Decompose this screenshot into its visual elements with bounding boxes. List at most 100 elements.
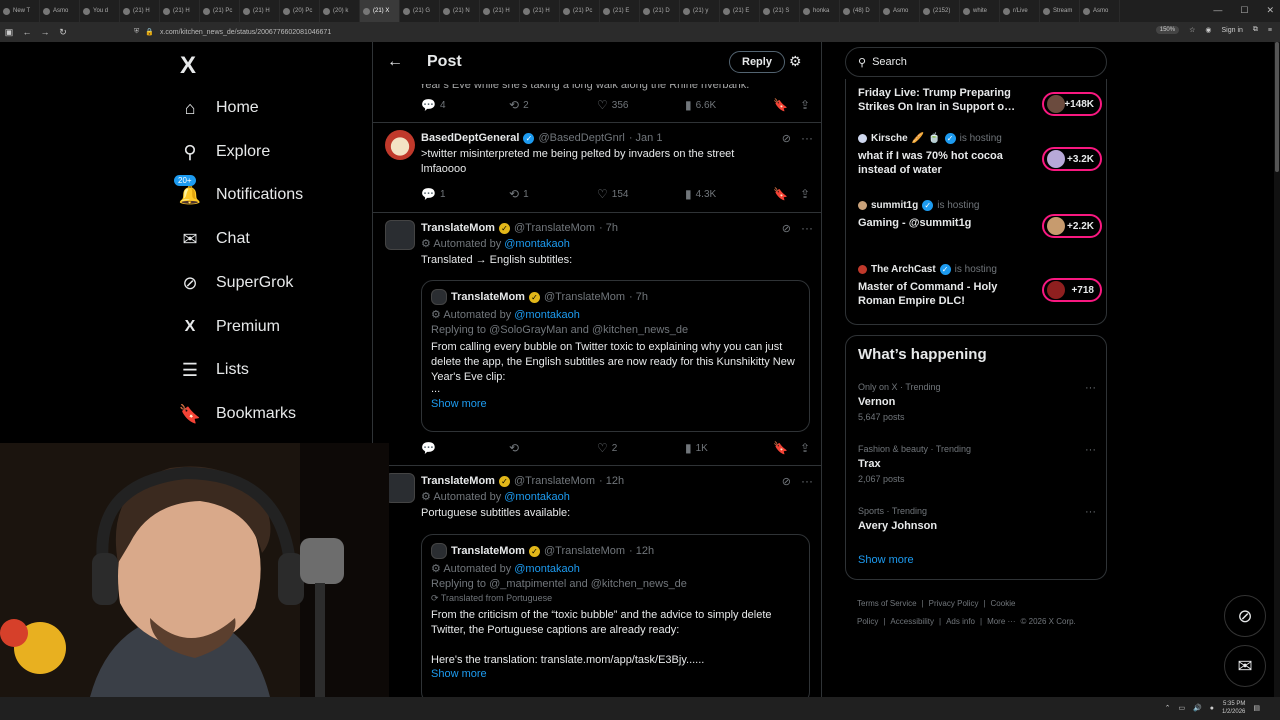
grok-fab[interactable]: ⊘ xyxy=(1224,595,1266,637)
repost-action[interactable]: ⟲ 1 xyxy=(509,187,597,201)
nav-supergrok[interactable]: ⊘ SuperGrok xyxy=(180,265,293,301)
clock[interactable]: 5:35 PM 1/2/2026 xyxy=(1222,700,1245,716)
handle[interactable]: @TranslateMom xyxy=(514,475,595,487)
bookmark-action[interactable]: 🔖 xyxy=(773,187,788,201)
browser-tab[interactable]: Asmo xyxy=(40,0,80,22)
browser-tab[interactable]: (20) Pc xyxy=(280,0,320,22)
close-icon[interactable]: ✕ xyxy=(1266,5,1274,16)
signin-link[interactable]: Sign in xyxy=(1222,27,1243,34)
live-item[interactable]: Friday Live: Trump Preparing Strikes On … xyxy=(858,86,1102,116)
browser-tab[interactable]: (21) Pc xyxy=(200,0,240,22)
network-icon[interactable]: ▭ xyxy=(1178,704,1185,712)
browser-tab[interactable]: (21) S xyxy=(760,0,800,22)
repost-action[interactable]: ⟲ 2 xyxy=(509,98,597,112)
repost-action[interactable]: ⟲ xyxy=(509,441,597,455)
timestamp[interactable]: · Jan 1 xyxy=(629,132,663,144)
mic-icon[interactable]: ● xyxy=(1210,705,1214,712)
show-more-link[interactable]: Show more xyxy=(858,554,914,566)
like-action[interactable]: ♡ 356 xyxy=(597,98,685,112)
browser-tab[interactable]: honka xyxy=(800,0,840,22)
more-icon[interactable]: ··· xyxy=(801,131,813,145)
minimize-icon[interactable]: — xyxy=(1213,5,1222,16)
live-count-pill[interactable]: +718 xyxy=(1042,278,1102,302)
automated-link[interactable]: @montakaoh xyxy=(504,238,570,250)
browser-tab[interactable]: (20) k xyxy=(320,0,360,22)
browser-tab[interactable]: (21) N xyxy=(440,0,480,22)
footer-link[interactable]: © 2026 X Corp. xyxy=(1021,617,1076,626)
live-count-pill[interactable]: +2.2K xyxy=(1042,214,1102,238)
live-item[interactable]: The ArchCast ✓ is hosting Master of Comman… xyxy=(858,264,1102,308)
views-action[interactable]: ▮ 6.6K xyxy=(685,98,773,112)
views-action[interactable]: ▮ 4.3K xyxy=(685,187,773,201)
messages-fab[interactable]: ✉ xyxy=(1224,645,1266,687)
nav-home[interactable]: ⌂ Home xyxy=(180,90,259,126)
automated-link[interactable]: @montakaoh xyxy=(514,563,580,575)
nav-chat[interactable]: ✉ Chat xyxy=(180,221,249,257)
timestamp[interactable]: · 12h xyxy=(599,475,624,487)
footer-link[interactable]: Accessibility xyxy=(890,617,934,626)
browser-tab[interactable]: (48) D xyxy=(840,0,880,22)
trend-item[interactable]: Fashion & beauty · Trending Trax 2,067 p… xyxy=(858,444,1096,484)
browser-tab[interactable]: (21) G xyxy=(400,0,440,22)
reload-icon[interactable]: ↻ xyxy=(54,27,72,38)
reply-action[interactable]: 💬 4 xyxy=(421,98,509,112)
more-icon[interactable]: ··· xyxy=(1085,506,1096,518)
more-icon[interactable]: ··· xyxy=(801,474,813,488)
browser-tab[interactable]: (21) X xyxy=(360,0,400,22)
volume-icon[interactable]: 🔊 xyxy=(1193,704,1202,712)
browser-tab[interactable]: (21) D xyxy=(640,0,680,22)
browser-tab[interactable]: (21) H xyxy=(240,0,280,22)
tune-icon[interactable]: ⚙ xyxy=(789,53,802,70)
forward-icon[interactable]: → xyxy=(36,27,54,37)
browser-tab[interactable]: (21) H xyxy=(160,0,200,22)
extensions-icon[interactable]: ⧉ xyxy=(1253,26,1258,34)
trend-item[interactable]: Sports · Trending Avery Johnson ··· xyxy=(858,506,1096,532)
avatar[interactable] xyxy=(385,220,415,250)
footer-link[interactable]: Ads info xyxy=(946,617,975,626)
browser-tab[interactable]: (21) H xyxy=(120,0,160,22)
reply-button[interactable]: Reply xyxy=(729,51,785,73)
browser-tab[interactable]: Asmo xyxy=(880,0,920,22)
quoted-tweet[interactable]: TranslateMom ✓ @TranslateMom · 7h ⚙ Auto… xyxy=(421,280,810,432)
show-more-link[interactable]: Show more xyxy=(431,398,800,410)
live-item[interactable]: Kirsche 🥖 🍵 ✓ is hosting what if I was 70% h… xyxy=(858,133,1102,177)
browser-tab[interactable]: white xyxy=(960,0,1000,22)
url-field[interactable]: ⛨ 🔒 x.com/kitchen_news_de/status/2006776… xyxy=(134,25,1074,39)
grok-icon[interactable]: ⊘ xyxy=(782,132,791,145)
browser-tab[interactable]: (21) E xyxy=(720,0,760,22)
show-more-link[interactable]: Show more xyxy=(431,668,800,680)
nav-notifications[interactable]: 🔔 20+ Notifications xyxy=(174,175,303,213)
maximize-icon[interactable]: ☐ xyxy=(1240,5,1248,16)
browser-tab[interactable]: r/Live xyxy=(1000,0,1040,22)
automated-link[interactable]: @montakaoh xyxy=(514,309,580,321)
browser-tab[interactable]: You d xyxy=(80,0,120,22)
live-count-pill[interactable]: +3.2K xyxy=(1042,147,1102,171)
browser-tab[interactable]: Stream xyxy=(1040,0,1080,22)
browser-tab[interactable]: Asmo xyxy=(1080,0,1120,22)
footer-link[interactable]: More ··· xyxy=(987,617,1015,626)
grok-icon[interactable]: ⊘ xyxy=(782,475,791,488)
display-name[interactable]: BasedDeptGeneral xyxy=(421,132,519,144)
views-action[interactable]: ▮ 1K xyxy=(685,441,773,455)
display-name[interactable]: TranslateMom xyxy=(421,222,495,234)
avatar[interactable] xyxy=(385,473,415,503)
footer-link[interactable]: Privacy Policy xyxy=(929,599,979,608)
browser-tab[interactable]: (21) y xyxy=(680,0,720,22)
page-scrollbar[interactable] xyxy=(1274,42,1280,697)
more-icon[interactable]: ··· xyxy=(1085,444,1096,456)
more-icon[interactable]: ··· xyxy=(801,221,813,235)
reply-action[interactable]: 💬 xyxy=(421,441,509,455)
back-icon[interactable]: ← xyxy=(18,27,36,37)
trend-item[interactable]: Only on X · Trending Vernon 5,647 posts … xyxy=(858,382,1096,422)
grok-icon[interactable]: ⊘ xyxy=(782,222,791,235)
back-arrow-icon[interactable]: ← xyxy=(387,53,403,71)
menu-icon[interactable]: ≡ xyxy=(1268,27,1272,34)
share-action[interactable]: ⇪ xyxy=(800,441,810,455)
more-icon[interactable]: ··· xyxy=(1085,382,1096,394)
quoted-tweet[interactable]: TranslateMom ✓ @TranslateMom · 12h ⚙ Aut… xyxy=(421,534,810,697)
like-action[interactable]: ♡ 2 xyxy=(597,441,685,455)
browser-tab[interactable]: (2152) xyxy=(920,0,960,22)
browser-tab[interactable]: (21) H xyxy=(520,0,560,22)
sidebar-toggle-icon[interactable]: ▣ xyxy=(0,27,18,38)
timestamp[interactable]: · 7h xyxy=(599,222,618,234)
